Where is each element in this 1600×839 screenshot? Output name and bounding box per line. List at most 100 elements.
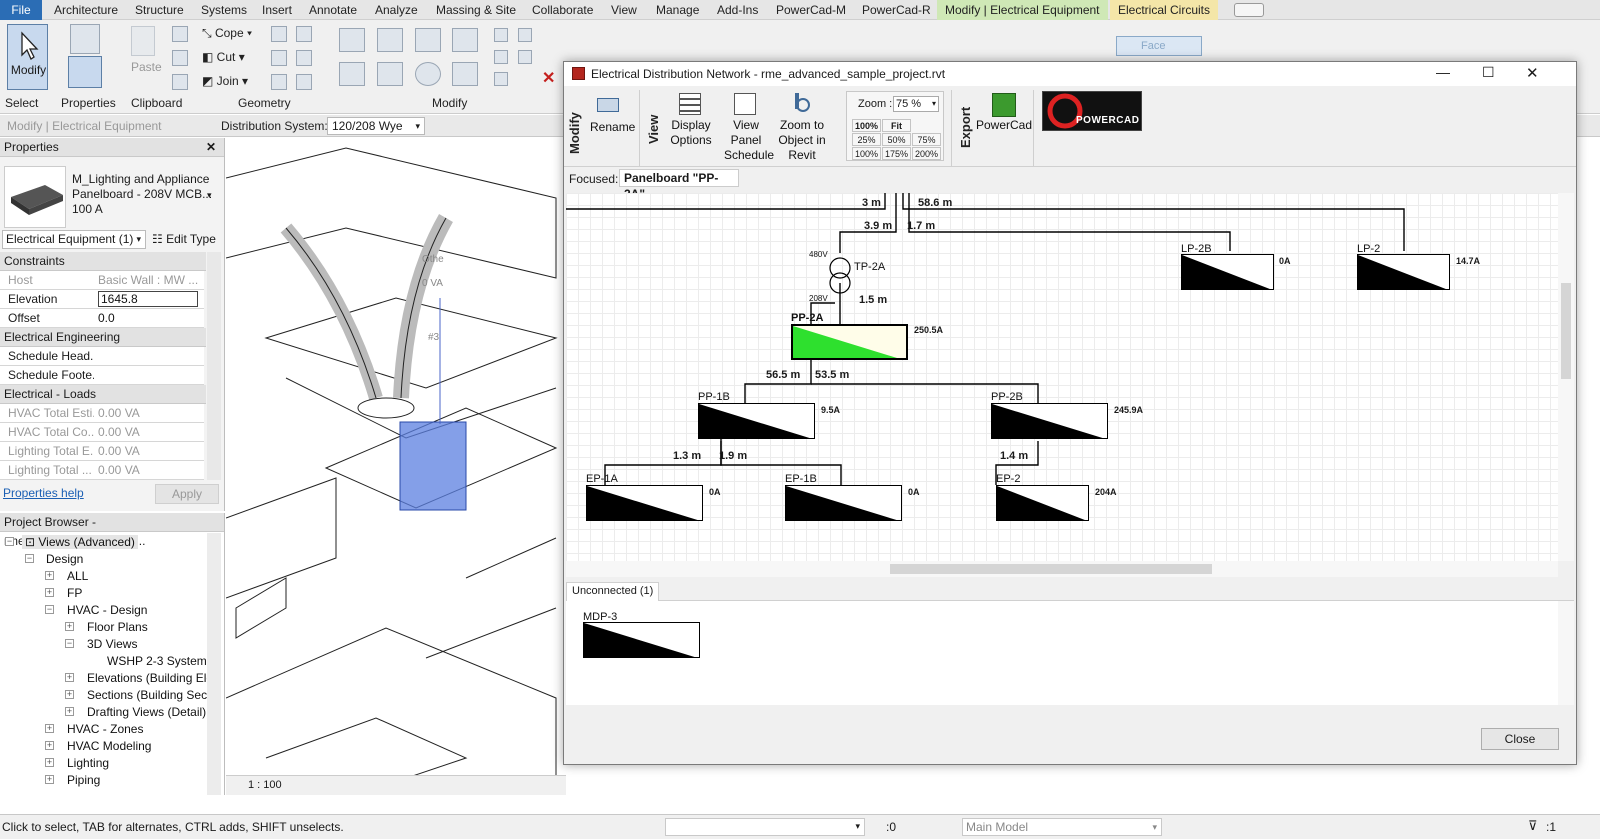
tree-item-hvac-modeling[interactable]: HVAC Modeling [67, 739, 151, 753]
panel-pp-2a[interactable] [791, 324, 908, 360]
panel-ep-1b[interactable] [785, 485, 902, 521]
tab-collaborate[interactable]: Collaborate [532, 0, 593, 20]
tab-architecture[interactable]: Architecture [54, 0, 118, 20]
cut-icon[interactable] [172, 26, 188, 42]
panel-pp-1b[interactable] [698, 403, 815, 439]
expand-icon[interactable]: + [45, 588, 54, 597]
mirror-pick-icon[interactable] [415, 28, 441, 52]
scroll-thumb[interactable] [890, 564, 1212, 574]
selected-panelboard-highlight[interactable] [399, 421, 467, 511]
tab-powercad-r[interactable]: PowerCad-R [862, 0, 931, 20]
browser-scrollbar[interactable] [207, 533, 221, 795]
zoom-fit-button[interactable]: Fit [882, 119, 911, 132]
powercad-export-icon[interactable] [992, 93, 1016, 117]
tree-item-hvac-zones[interactable]: HVAC - Zones [67, 722, 143, 736]
expand-icon[interactable]: + [45, 724, 54, 733]
design-option-select[interactable]: Main Model ▾ [962, 818, 1162, 836]
paste-label[interactable]: Paste [131, 60, 162, 74]
view-switcher-icon[interactable] [1234, 3, 1264, 17]
tab-add-ins[interactable]: Add-Ins [717, 0, 758, 20]
face-button[interactable]: Face [1116, 36, 1202, 56]
panel-lp-2b[interactable] [1181, 254, 1274, 290]
geometry-tool-icon-3[interactable] [271, 50, 287, 66]
view-panel-schedule-button[interactable]: View Panel Schedule [724, 118, 774, 163]
modify-button[interactable]: Modify [7, 24, 48, 90]
display-options-button[interactable]: Display Options [664, 118, 718, 148]
panel-lp-2[interactable] [1357, 254, 1450, 290]
expand-icon[interactable]: + [65, 673, 74, 682]
section-electrical-engineering[interactable]: Electrical Engineering [0, 328, 206, 347]
geometry-tool-icon-6[interactable] [296, 74, 312, 90]
zoom-select[interactable]: 75 % ▾ [893, 96, 939, 112]
expand-icon[interactable]: + [45, 741, 54, 750]
geometry-tool-icon-1[interactable] [271, 26, 287, 42]
zoom-175-button[interactable]: 175% [882, 147, 911, 160]
prop-elevation-input[interactable]: 1645.8 [98, 291, 198, 307]
tree-item-3d-views[interactable]: 3D Views [87, 637, 137, 651]
expand-icon[interactable]: + [65, 690, 74, 699]
diagram-vertical-scrollbar[interactable] [1558, 193, 1574, 561]
unconnected-scrollbar[interactable] [1558, 601, 1574, 705]
distribution-system-select[interactable]: 120/208 Wye ▾ [327, 117, 425, 135]
tab-systems[interactable]: Systems [201, 0, 247, 20]
type-properties-icon[interactable] [70, 24, 100, 54]
offset-icon[interactable] [377, 28, 403, 52]
rename-button[interactable]: Rename [590, 120, 635, 134]
rotate-icon[interactable] [415, 62, 441, 86]
join-button[interactable]: ◩ Join ▾ [202, 74, 248, 88]
zoom-200-button[interactable]: 200% [912, 147, 941, 160]
view-scale[interactable]: 1 : 100 [248, 779, 282, 791]
prop-offset-value[interactable]: 0.0 [98, 309, 198, 327]
delete-icon[interactable]: ✕ [542, 68, 555, 88]
match-properties-icon[interactable] [172, 74, 188, 90]
trim-icon[interactable] [452, 62, 478, 86]
minimize-icon[interactable]: — [1436, 64, 1450, 80]
tree-item-elevations[interactable]: Elevations (Building Ele [87, 671, 213, 685]
pin-icon[interactable] [494, 72, 508, 86]
family-type-selector[interactable]: M_Lighting and Appliance Panelboard - 20… [72, 172, 212, 217]
tree-item-sections[interactable]: Sections (Building Sect [87, 688, 210, 702]
properties-label[interactable]: Properties [61, 96, 116, 110]
tab-view[interactable]: View [611, 0, 637, 20]
zoom-to-object-icon[interactable] [790, 93, 812, 115]
zoom-100-button[interactable]: 100% [852, 119, 881, 132]
tab-electrical-circuits[interactable]: Electrical Circuits [1110, 0, 1219, 20]
tab-insert[interactable]: Insert [262, 0, 292, 20]
menu-file[interactable]: File [0, 0, 42, 20]
tree-item-drafting-views[interactable]: Drafting Views (Detail) [87, 705, 206, 719]
move-icon[interactable] [339, 62, 365, 86]
expand-icon[interactable]: + [45, 571, 54, 580]
panel-mdp-3[interactable] [583, 622, 700, 658]
filter-icon[interactable]: ⊽ [1528, 818, 1538, 834]
tree-item-all[interactable]: ALL [67, 569, 88, 583]
expand-icon[interactable]: + [65, 622, 74, 631]
align-icon[interactable] [339, 28, 365, 52]
tree-item-views-advanced[interactable]: ⊡ Views (Advanced) [22, 535, 138, 549]
panel-pp-2b[interactable] [991, 403, 1108, 439]
distribution-diagram-canvas[interactable]: 3 m 58.6 m 3.9 m 1.7 m 1.5 m 56.5 m 53.5… [566, 193, 1558, 561]
geometry-tool-icon-5[interactable] [271, 74, 287, 90]
maximize-icon[interactable]: ☐ [1482, 64, 1495, 81]
edit-type-button[interactable]: ☷ Edit Type [152, 232, 216, 246]
expand-icon[interactable]: + [45, 758, 54, 767]
chevron-down-icon[interactable]: ▾ [207, 190, 212, 201]
cut-geometry-button[interactable]: ◧ Cut ▾ [202, 50, 245, 64]
select-dropdown[interactable]: Select [5, 96, 38, 110]
section-electrical-loads[interactable]: Electrical - Loads [0, 385, 206, 404]
split-gap-icon[interactable] [518, 28, 532, 42]
transformer-name[interactable]: TP-2A [854, 261, 885, 273]
cope-button[interactable]: ⤡ Cope ▾ [202, 26, 252, 41]
apply-button[interactable]: Apply [155, 484, 219, 504]
instance-filter-select[interactable]: Electrical Equipment (1) ▾ [2, 230, 146, 249]
collapse-icon[interactable]: − [45, 605, 54, 614]
unconnected-tab[interactable]: Unconnected (1) [566, 582, 660, 601]
copy-element-icon[interactable] [377, 62, 403, 86]
tree-item-lighting[interactable]: Lighting [67, 756, 109, 770]
tab-massing-site[interactable]: Massing & Site [436, 0, 516, 20]
zoom-100b-button[interactable]: 100% [852, 147, 881, 160]
panel-ep-1a[interactable] [586, 485, 703, 521]
tree-item-piping[interactable]: Piping [67, 773, 100, 787]
paste-icon[interactable] [131, 26, 155, 56]
section-constraints[interactable]: Constraints [0, 252, 206, 271]
tree-item-fp[interactable]: FP [67, 586, 82, 600]
